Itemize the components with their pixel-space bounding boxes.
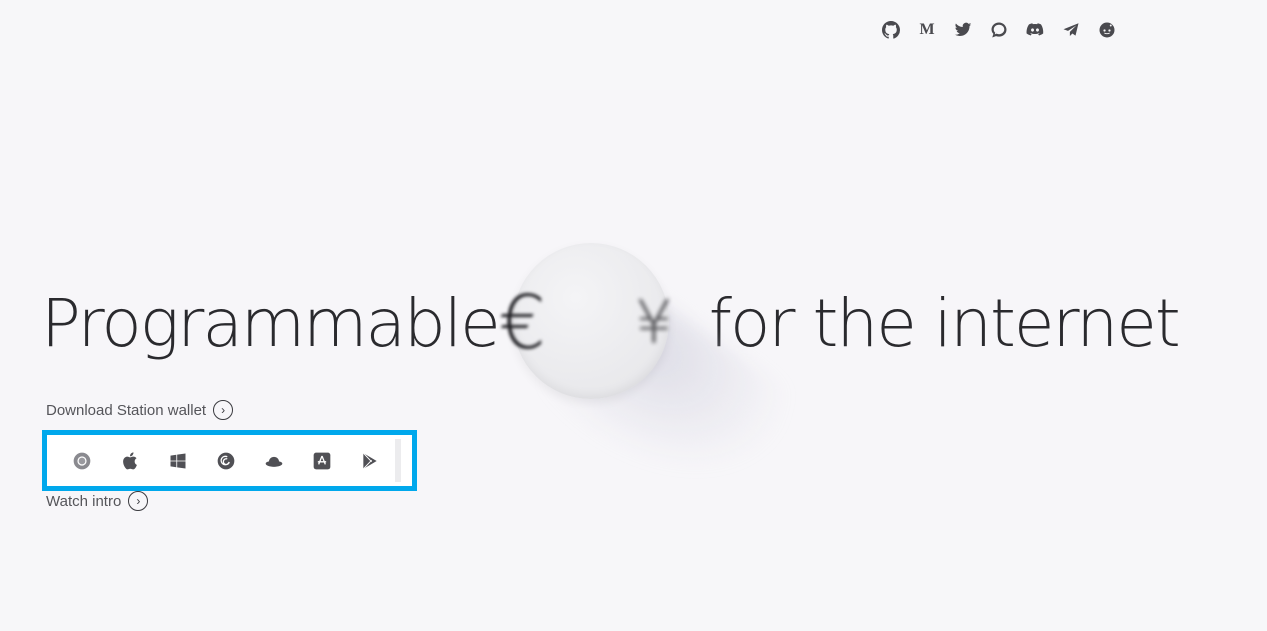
headline-end: for the internet [708, 284, 1181, 362]
chrome-icon [73, 452, 91, 469]
debian-icon [217, 452, 235, 469]
github-link[interactable] [880, 19, 902, 41]
currency-glyph: € [498, 280, 546, 366]
download-label: Download Station wallet [46, 401, 207, 419]
social-links: M [880, 19, 1118, 41]
chevron-right-icon: › [128, 491, 149, 511]
rotating-currency-coin: € ¥ [498, 243, 802, 523]
redhat-download[interactable] [260, 447, 288, 475]
github-icon [882, 21, 900, 39]
medium-link[interactable]: M [916, 19, 938, 41]
chat-link[interactable] [988, 19, 1010, 41]
windows-download[interactable] [164, 447, 192, 475]
telegram-icon [1063, 23, 1079, 36]
app-store-icon [313, 452, 331, 469]
discord-icon [1026, 23, 1044, 36]
reddit-link[interactable] [1096, 19, 1118, 41]
telegram-link[interactable] [1060, 19, 1082, 41]
windows-icon [170, 453, 186, 468]
watch-intro-link[interactable]: Watch intro › [46, 491, 149, 511]
platform-icon-row [55, 439, 401, 482]
medium-icon: M [919, 21, 935, 38]
macos-download[interactable] [116, 447, 144, 475]
reddit-icon [1099, 22, 1115, 38]
app-store-download[interactable] [308, 447, 336, 475]
currency-glyph-trailing: ¥ [634, 288, 673, 358]
discord-link[interactable] [1024, 19, 1046, 41]
hero-headline: Programmable € ¥ for the internet [41, 243, 1181, 523]
chrome-download[interactable] [68, 447, 96, 475]
watch-label: Watch intro [46, 492, 122, 510]
download-station-link[interactable]: Download Station wallet › [46, 400, 234, 420]
redhat-icon [265, 456, 283, 467]
twitter-icon [954, 22, 972, 37]
debian-download[interactable] [212, 447, 240, 475]
apple-icon [123, 451, 137, 469]
google-play-download[interactable] [356, 447, 384, 475]
chat-bubble-icon [991, 22, 1007, 38]
chevron-right-icon: › [213, 400, 234, 420]
platform-downloads [42, 430, 417, 491]
headline-start: Programmable [41, 284, 501, 362]
twitter-link[interactable] [952, 19, 974, 41]
google-play-icon [362, 452, 377, 469]
